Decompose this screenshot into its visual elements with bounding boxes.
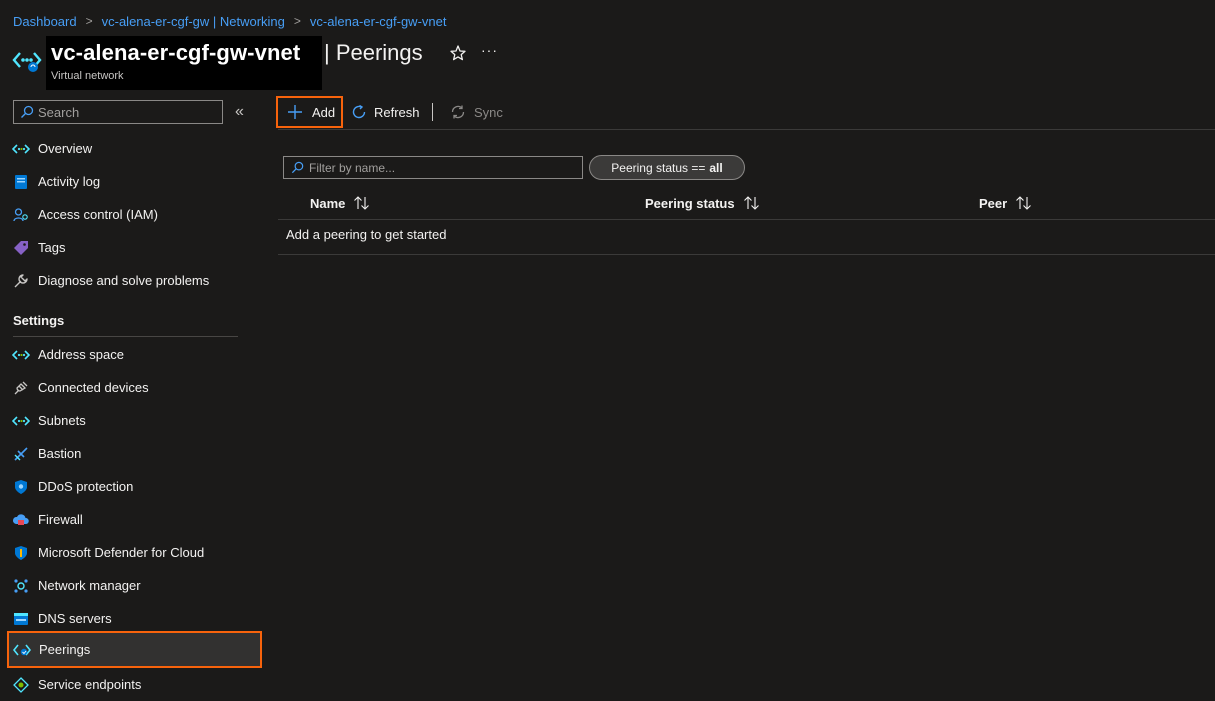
filter-by-name[interactable] <box>283 156 583 179</box>
sidebar-item-address-space[interactable]: Address space <box>8 338 260 371</box>
sidebar-item-label: Diagnose and solve problems <box>38 273 210 288</box>
breadcrumb-dashboard[interactable]: Dashboard <box>13 14 77 29</box>
refresh-label: Refresh <box>374 104 420 120</box>
vnet-icon <box>12 412 30 430</box>
bastion-icon <box>12 445 30 463</box>
sort-icon <box>1015 196 1033 210</box>
vnet-icon <box>12 45 42 75</box>
sidebar-item-overview[interactable]: Overview <box>8 132 260 165</box>
sidebar-item-firewall[interactable]: Firewall <box>8 503 260 536</box>
sidebar-item-label: Subnets <box>38 413 86 428</box>
page-title: | Peerings <box>324 40 423 65</box>
toolbar-divider-line <box>278 129 1215 130</box>
sidebar-item-ddos[interactable]: DDoS protection <box>8 470 260 503</box>
sync-icon <box>449 103 467 121</box>
sidebar-item-service-endpoints[interactable]: Service endpoints <box>8 668 260 701</box>
plug-icon <box>12 379 30 397</box>
service-endpoint-icon <box>12 676 30 694</box>
sidebar-item-label: Connected devices <box>38 380 149 395</box>
sidebar-item-tags[interactable]: Tags <box>8 231 260 264</box>
sidebar-search-input[interactable] <box>38 104 218 120</box>
iam-icon <box>12 206 30 224</box>
sidebar-item-peerings[interactable]: Peerings <box>7 631 262 668</box>
chevron-right-icon: > <box>293 14 301 28</box>
sync-label: Sync <box>474 104 503 120</box>
sync-button[interactable]: Sync <box>449 96 503 128</box>
shield-icon <box>12 478 30 496</box>
sidebar-item-label: Activity log <box>38 174 101 189</box>
search-icon <box>19 104 35 120</box>
search-icon <box>290 160 305 175</box>
column-header-label: Peer <box>979 195 1008 211</box>
filter-name-input[interactable] <box>309 160 569 175</box>
collapse-sidebar-icon[interactable]: « <box>235 103 251 121</box>
favorite-star-icon[interactable] <box>449 44 467 62</box>
refresh-button[interactable]: Refresh <box>350 96 420 128</box>
plus-icon <box>287 104 303 120</box>
sidebar-item-label: Address space <box>38 347 124 362</box>
section-divider <box>13 336 238 337</box>
firewall-icon <box>12 511 30 529</box>
settings-section-title: Settings <box>13 313 65 328</box>
sidebar-item-activity-log[interactable]: Activity log <box>8 165 260 198</box>
resource-name: vc-alena-er-cgf-gw-vnet <box>51 40 301 65</box>
tag-icon <box>12 239 30 257</box>
column-header-label: Name <box>310 195 346 211</box>
sidebar-item-bastion[interactable]: Bastion <box>8 437 260 470</box>
breadcrumb: Dashboard > vc-alena-er-cgf-gw | Network… <box>13 12 446 30</box>
sidebar-item-label: Firewall <box>38 512 83 527</box>
vnet-icon <box>12 346 30 364</box>
refresh-icon <box>350 103 368 121</box>
sidebar-item-label: Network manager <box>38 578 141 593</box>
sidebar-item-label: DNS servers <box>38 611 112 626</box>
breadcrumb-vnet[interactable]: vc-alena-er-cgf-gw-vnet <box>310 14 447 29</box>
sidebar-item-label: Overview <box>38 141 93 156</box>
sidebar-item-label: Bastion <box>38 446 82 461</box>
chevron-right-icon: > <box>85 14 93 28</box>
activity-log-icon <box>12 173 30 191</box>
dns-icon <box>12 610 30 628</box>
table-row-divider <box>278 254 1215 255</box>
sort-icon <box>353 196 371 210</box>
sidebar-item-defender[interactable]: Microsoft Defender for Cloud <box>8 536 260 569</box>
sidebar-item-label: Peerings <box>39 642 91 657</box>
add-label: Add <box>312 104 336 120</box>
column-header-name[interactable]: Name <box>310 194 371 212</box>
filter-pill-value: all <box>709 160 723 175</box>
empty-table-message: Add a peering to get started <box>286 227 447 242</box>
sidebar-item-label: Microsoft Defender for Cloud <box>38 545 205 560</box>
sidebar-item-subnets[interactable]: Subnets <box>8 404 260 437</box>
breadcrumb-networking[interactable]: vc-alena-er-cgf-gw | Networking <box>102 14 285 29</box>
defender-shield-icon <box>12 544 30 562</box>
sidebar-item-label: Tags <box>38 240 66 255</box>
more-options-icon[interactable]: ··· <box>481 42 499 60</box>
resource-type: Virtual network <box>51 70 124 82</box>
sidebar-item-label: Service endpoints <box>38 677 142 692</box>
sidebar-item-label: Access control (IAM) <box>38 207 158 222</box>
sort-icon <box>743 196 761 210</box>
sidebar-item-access-control[interactable]: Access control (IAM) <box>8 198 260 231</box>
sidebar-item-network-manager[interactable]: Network manager <box>8 569 260 602</box>
sidebar-item-label: DDoS protection <box>38 479 134 494</box>
sidebar-item-connected-devices[interactable]: Connected devices <box>8 371 260 404</box>
wrench-icon <box>12 272 30 290</box>
table-header-divider <box>278 219 1215 220</box>
peering-icon <box>13 641 31 659</box>
column-header-label: Peering status <box>645 195 735 211</box>
add-button[interactable]: Add <box>276 96 343 128</box>
sidebar-item-diagnose[interactable]: Diagnose and solve problems <box>8 264 260 297</box>
column-header-peer[interactable]: Peer <box>979 194 1033 212</box>
sidebar-search[interactable] <box>13 100 223 124</box>
column-header-peering-status[interactable]: Peering status <box>645 194 761 212</box>
vnet-icon <box>12 140 30 158</box>
filter-pill-label: Peering status == <box>611 160 706 175</box>
network-manager-icon <box>12 577 30 595</box>
peering-status-filter-pill[interactable]: Peering status == all <box>589 155 745 180</box>
toolbar-divider <box>432 103 433 121</box>
